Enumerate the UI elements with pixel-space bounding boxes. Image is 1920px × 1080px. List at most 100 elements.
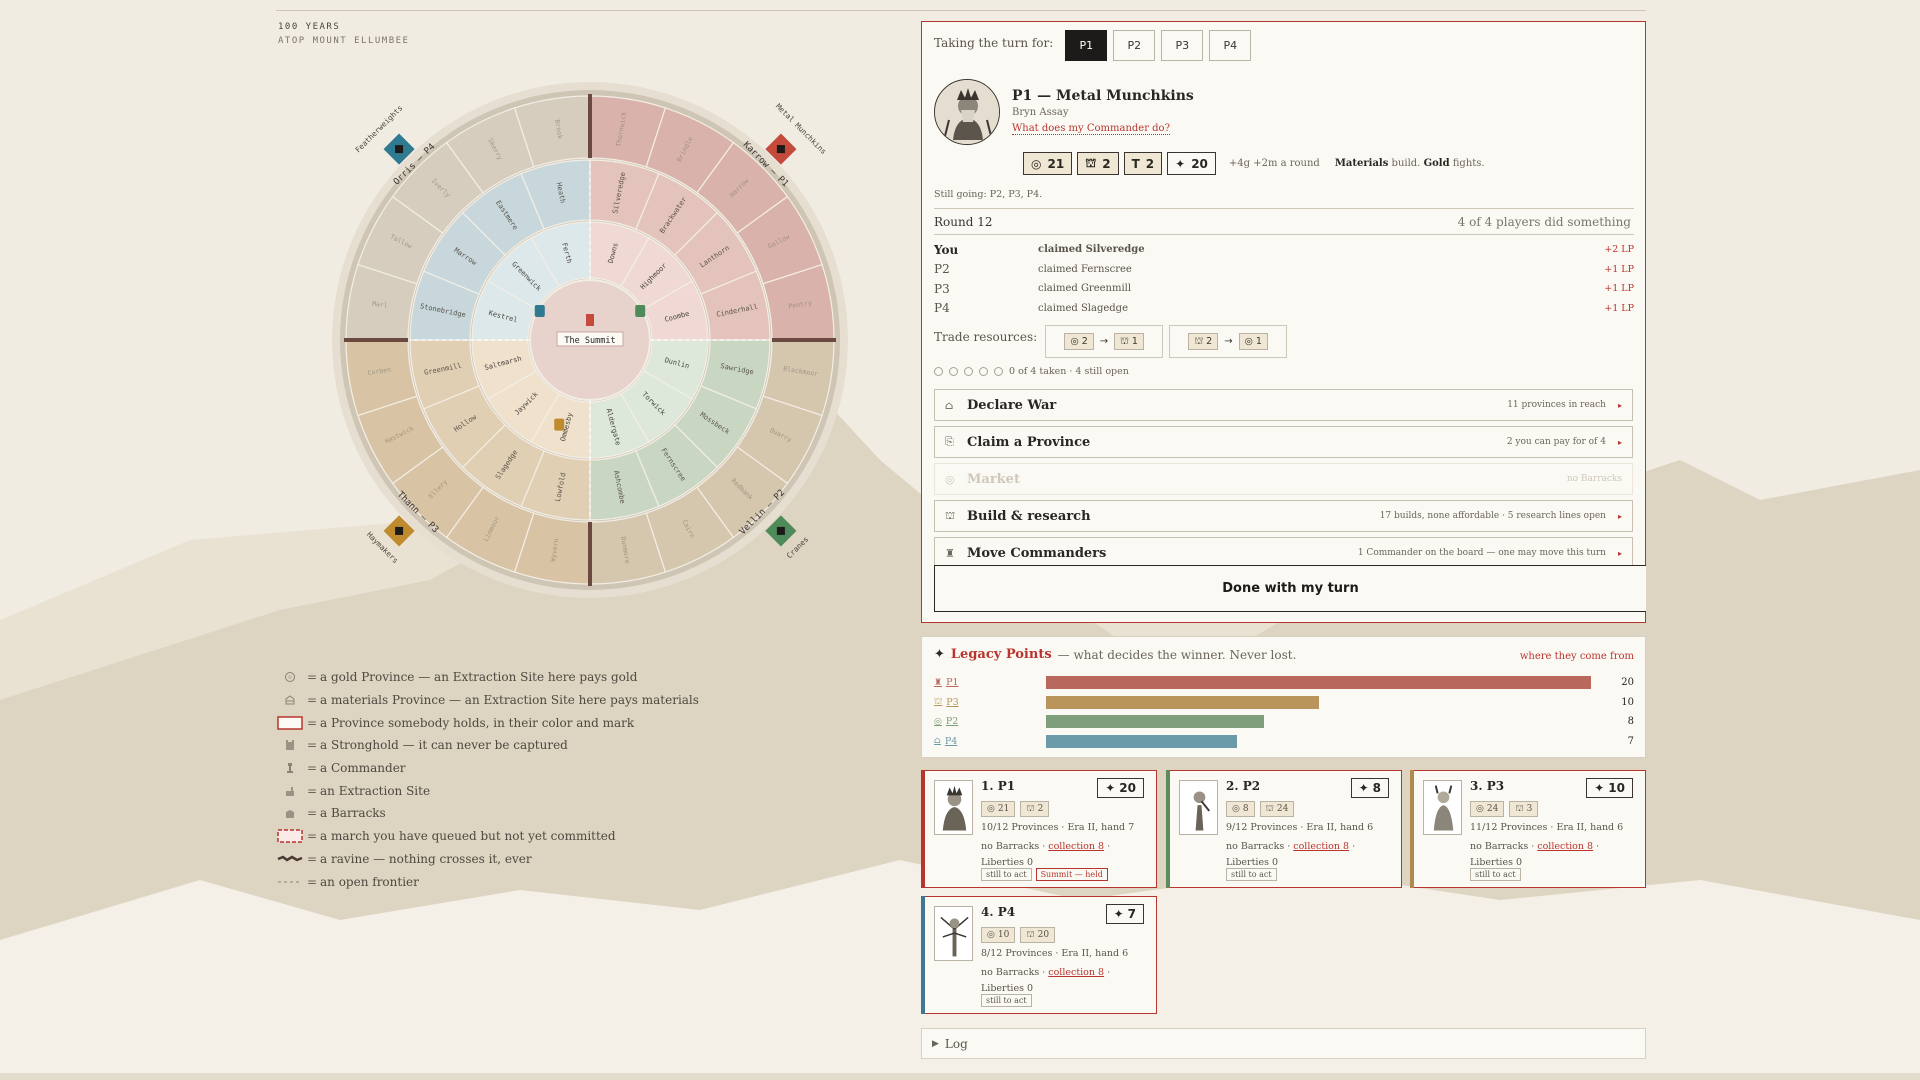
slot-dot xyxy=(934,367,943,376)
trade-row: Trade resources: ◎ 2 → ⛫ 1 ⛫ 2 → ◎ 1 xyxy=(934,325,1288,358)
done-turn-button[interactable]: Done with my turn xyxy=(934,565,1646,612)
market-button: ◎ Market no Barracks xyxy=(934,463,1633,495)
player-tab-p4[interactable]: P4 xyxy=(1209,30,1252,61)
resource-hint: Materials build. Gold fights. xyxy=(1334,158,1485,169)
avatar xyxy=(934,780,973,835)
player-tab-p3[interactable]: P3 xyxy=(1161,30,1204,61)
legacy-player-link[interactable]: ⛫ P3 xyxy=(934,697,1046,708)
player-provinces: 11/12 Provinces · Era II, hand 6 xyxy=(1470,822,1624,833)
player-card[interactable]: 4. P4 ✦ 7 ◎ 10 ⛫ 20 8/12 Provinces · Era II… xyxy=(921,896,1157,1014)
build-research-button[interactable]: ⛫ Build & research 17 builds, none affor… xyxy=(934,500,1633,532)
materials-chip: ⛫ 20 xyxy=(1020,927,1056,943)
legend-row: = a Barracks xyxy=(276,802,746,825)
materials-chip: ⛫ 24 xyxy=(1259,801,1295,817)
materials-province-icon xyxy=(276,693,304,707)
commander-icon[interactable] xyxy=(586,314,594,326)
legend-row: = an Extraction Site xyxy=(276,779,746,802)
turn-label: Taking the turn for: xyxy=(934,35,1054,50)
trade-gold-for-materials-button[interactable]: ◎ 2 → ⛫ 1 xyxy=(1045,325,1164,358)
player-mark-icon: ⛫ xyxy=(934,696,943,707)
player-card[interactable]: 1. P1 ✦ 20 ◎ 21 ⛫ 2 10/12 Provinces · Era I… xyxy=(921,770,1157,888)
player-details: no Barracks · collection 8 · Liberties 0 xyxy=(1470,841,1600,868)
legend-equals: = xyxy=(306,851,318,866)
resource-row: ◎ 21 ⛫ 2 T2 ✦ 20 +4g +2m a round Materials … xyxy=(1023,152,1485,175)
status-badge: still to act xyxy=(981,868,1032,881)
player-tab-p2[interactable]: P2 xyxy=(1113,30,1156,61)
activity-row: P3 claimed Greenmill +1 LP xyxy=(934,281,1634,296)
gold-chip: ◎ 8 xyxy=(1226,801,1255,817)
legend-equals: = xyxy=(306,874,318,889)
player-resources: ◎ 10 ⛫ 20 xyxy=(981,927,1056,943)
gold-chip: ◎ 21 xyxy=(1023,152,1073,175)
commander-icon: ♜ xyxy=(945,546,955,560)
caret-right-icon: ▶ xyxy=(932,1038,939,1049)
game-header: 100 YEARS ATOP MOUNT ELLUMBEE xyxy=(278,22,409,46)
queued-march-swatch xyxy=(276,829,304,843)
legend-row: = a ravine — nothing crosses it, ever xyxy=(276,848,746,871)
stronghold-icon[interactable] xyxy=(554,418,565,431)
legacy-player-link[interactable]: ♜ P1 xyxy=(934,677,1046,688)
player-mark-icon: ⌂ xyxy=(934,736,941,746)
legacy-points-panel: ✦ Legacy Points — what decides the winne… xyxy=(921,636,1646,758)
legend-equals: = xyxy=(306,806,318,821)
player-lp-chip: ✦ 20 xyxy=(1097,778,1144,798)
summit-label: The Summit xyxy=(564,336,615,346)
commander-help-link[interactable]: What does my Commander do? xyxy=(1012,123,1170,135)
legacy-sources-link[interactable]: where they come from xyxy=(1520,651,1634,662)
player-tab-p1[interactable]: P1 xyxy=(1065,30,1108,61)
status-badge: still to act xyxy=(1470,868,1521,881)
legend-text: a Commander xyxy=(320,761,406,776)
player-provinces: 10/12 Provinces · Era II, hand 7 xyxy=(981,822,1135,833)
legend-row: = an open frontier xyxy=(276,870,746,893)
legacy-player-link[interactable]: ◎ P2 xyxy=(934,716,1046,727)
legacy-player-link[interactable]: ⌂ P4 xyxy=(934,736,1046,747)
player-color-accent xyxy=(1166,770,1170,888)
gold-icon: ◎ xyxy=(1244,336,1253,347)
legend-row: = a materials Province — an Extraction S… xyxy=(276,689,746,712)
player-card[interactable]: 3. P3 ✦ 10 ◎ 24 ⛫ 3 11/12 Provinces · Era I… xyxy=(1410,770,1646,888)
legacy-value: 7 xyxy=(1627,735,1634,747)
divider xyxy=(934,208,1634,209)
claim-province-button[interactable]: ⎘ Claim a Province 2 you can pay for of … xyxy=(934,426,1633,458)
legend-equals: = xyxy=(306,693,318,708)
legend-row: = a Stronghold — it can never be capture… xyxy=(276,734,746,757)
claim-icon: ⎘ xyxy=(945,435,954,448)
game-board[interactable]: ThornwickBrindleHarrowGallowPentryBlackm… xyxy=(330,80,850,600)
legend-row: = a Province somebody holds, in their co… xyxy=(276,711,746,734)
chevron-right-icon: ▸ xyxy=(1617,511,1622,521)
activity-row: You claimed Silveredge +2 LP xyxy=(934,242,1634,257)
player-card[interactable]: 2. P2 ✦ 8 ◎ 8 ⛫ 24 9/12 Provinces · Era II,… xyxy=(1166,770,1402,888)
legend-text: an open frontier xyxy=(320,874,419,889)
player-details: no Barracks · collection 8 · Liberties 0 xyxy=(1226,841,1356,868)
collection-link[interactable]: collection 8 xyxy=(1293,841,1349,852)
legend-text: a Stronghold — it can never be captured xyxy=(320,738,568,753)
trade-materials-for-gold-button[interactable]: ⛫ 2 → ◎ 1 xyxy=(1169,325,1288,358)
income-note: +4g +2m a round xyxy=(1228,158,1320,169)
materials-chip: ⛫ 3 xyxy=(1509,801,1539,817)
stronghold-icon xyxy=(276,738,304,752)
materials-chip: ⛫ 2 xyxy=(1020,801,1050,817)
header-title: 100 YEARS xyxy=(278,22,341,32)
legacy-bar xyxy=(1046,695,1591,709)
legacy-bar xyxy=(1046,676,1591,689)
gold-icon: ◎ xyxy=(1232,804,1240,814)
legacy-bar-fill xyxy=(1046,715,1264,728)
legacy-bar-fill xyxy=(1046,734,1237,748)
activity-row: P4 claimed Slagedge +1 LP xyxy=(934,301,1634,316)
player-resources: ◎ 21 ⛫ 2 xyxy=(981,801,1050,817)
stronghold-icon[interactable] xyxy=(635,305,646,317)
player-rank: 4. P4 xyxy=(981,905,1016,919)
star-icon: ✦ xyxy=(1358,781,1369,795)
materials-icon: ⛫ xyxy=(1515,803,1524,814)
log-toggle[interactable]: ▶ Log xyxy=(921,1028,1646,1059)
player-color-accent xyxy=(1410,770,1414,888)
collection-link[interactable]: collection 8 xyxy=(1048,967,1104,978)
stronghold-icon[interactable] xyxy=(534,305,545,317)
legend-text: a Barracks xyxy=(320,806,386,821)
collection-link[interactable]: collection 8 xyxy=(1048,841,1104,852)
turn-panel: Taking the turn for: P1 P2 P3 P4 P1 — Me… xyxy=(921,21,1646,623)
declare-war-button[interactable]: ⌂ Declare War 11 provinces in reach ▸ xyxy=(934,389,1633,421)
legend-text: an Extraction Site xyxy=(320,783,431,798)
collection-link[interactable]: collection 8 xyxy=(1537,841,1593,852)
trade-slots-note: 0 of 4 taken · 4 still open xyxy=(1009,366,1129,377)
